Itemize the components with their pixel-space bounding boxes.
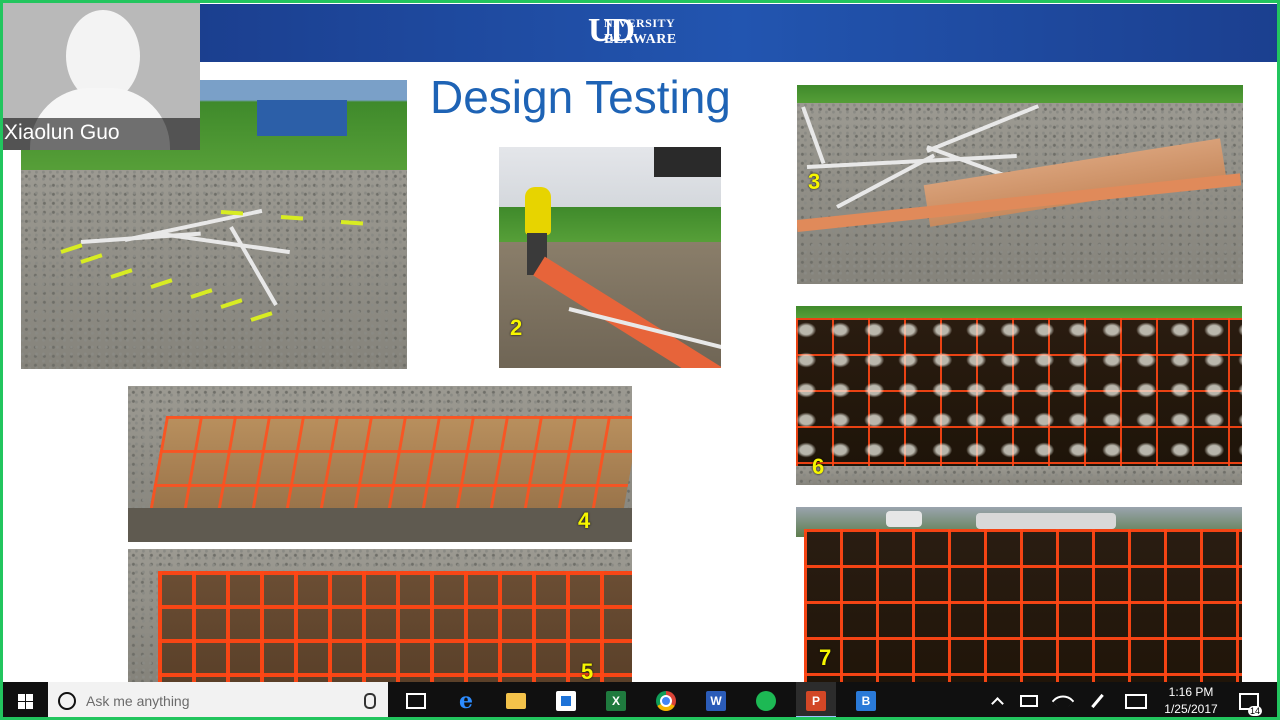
show-hidden-icons-button[interactable] [986,682,1008,720]
powerpoint-icon: P [806,691,826,711]
active-app-indicator [796,716,836,719]
slide-title: Design Testing [430,71,731,123]
taskbar-app-spotify[interactable] [746,682,786,720]
photo-label-4: 4 [578,508,591,533]
edge-icon: e [459,688,473,714]
task-view-button[interactable] [396,682,436,720]
photo-label-5: 5 [581,659,594,682]
network-status[interactable] [1050,682,1076,720]
pen-icon [1090,693,1104,709]
start-button[interactable] [10,682,40,720]
photo-pipe-board: 3 [797,85,1243,284]
photo-frost-grid-board: 6 [796,306,1242,485]
photo-label-6: 6 [812,454,825,479]
photo-label-7: 7 [819,645,832,670]
logo-line-2: ELAWARE [604,32,677,47]
notification-count: 14 [1247,706,1262,716]
task-view-icon [406,693,426,709]
university-logo: UD NIVERSITY OF ELAWARE [588,12,688,52]
chevron-up-icon [990,696,1004,710]
clock-date: 1/25/2017 [1164,702,1218,716]
photo-wet-grid-board: 5 [128,549,632,682]
taskbar-app-bluejeans[interactable]: B [846,682,886,720]
folder-icon [506,693,526,709]
spotify-icon [756,691,776,711]
webcam-video[interactable]: Xiaolun Guo [0,0,200,150]
participant-name: Xiaolun Guo [4,121,120,144]
taskbar-app-word[interactable]: W [696,682,736,720]
taskbar-clock[interactable]: 1:16 PM 1/25/2017 [1160,684,1222,718]
keyboard-icon [1125,693,1147,709]
search-placeholder: Ask me anything [86,693,190,709]
taskbar-app-chrome[interactable] [646,682,686,720]
battery-status[interactable] [1016,682,1042,720]
action-center-button[interactable]: 14 [1232,682,1266,720]
cortana-search-box[interactable]: Ask me anything [48,682,388,720]
taskbar-app-store[interactable] [546,682,586,720]
windows-logo-icon [17,693,33,709]
store-icon [556,691,576,711]
photo-label-3: 3 [808,169,821,194]
wifi-icon [1051,689,1075,713]
taskbar-app-edge[interactable]: e [446,682,486,720]
microphone-icon[interactable] [364,693,376,709]
taskbar-app-powerpoint[interactable]: P [796,682,836,720]
slide-banner [200,4,1280,62]
excel-icon: X [606,691,626,711]
windows-taskbar: Ask me anything e X W P B 14 [0,682,1280,720]
bluejeans-icon: B [856,691,876,711]
word-icon: W [706,691,726,711]
chrome-icon [656,691,676,711]
taskbar-app-file-explorer[interactable] [496,682,536,720]
clock-time: 1:16 PM [1168,685,1214,699]
photo-label-2: 2 [510,315,523,340]
photo-worker-board: 2 [499,147,721,368]
pen-workspace-button[interactable] [1084,682,1110,720]
cortana-icon [58,692,76,710]
taskbar-app-excel[interactable]: X [596,682,636,720]
battery-icon [1020,695,1038,707]
photo-dark-grid-board: 7 [796,507,1242,682]
touch-keyboard-button[interactable] [1122,682,1150,720]
photo-sand-grid-board: 4 [128,386,632,542]
